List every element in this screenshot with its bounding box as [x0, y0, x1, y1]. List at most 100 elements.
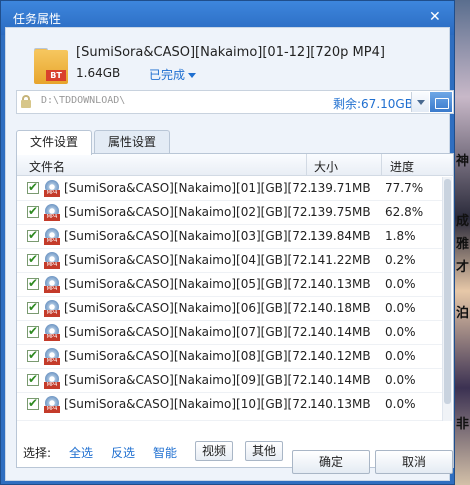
- task-status-label: 已完成: [149, 68, 186, 82]
- file-name: [SumiSora&CASO][Nakaimo][09][GB][72...: [64, 373, 314, 387]
- table-row[interactable]: MP4 [SumiSora&CASO][Nakaimo][04][GB][72.…: [17, 249, 442, 273]
- file-size: 139.84MB: [310, 229, 371, 243]
- file-checkbox[interactable]: [27, 300, 39, 314]
- column-header-progress[interactable]: 进度: [390, 158, 414, 175]
- background-window-strip: 神 成 雅 才 泊 非: [454, 0, 470, 485]
- file-name: [SumiSora&CASO][Nakaimo][02][GB][72...: [64, 205, 314, 219]
- background-char: 雅: [456, 237, 470, 252]
- path-dropdown-button[interactable]: [411, 92, 429, 112]
- smart-select-link[interactable]: 智能: [153, 444, 177, 461]
- dialog-client-area: BT [SumiSora&CASO][Nakaimo][01-12][720p …: [5, 27, 454, 481]
- browse-folder-button[interactable]: [430, 92, 452, 112]
- file-progress: 0.0%: [385, 397, 416, 411]
- background-char: 才: [456, 260, 470, 275]
- table-row[interactable]: MP4 [SumiSora&CASO][Nakaimo][08][GB][72.…: [17, 345, 442, 369]
- chevron-down-icon: [188, 73, 197, 78]
- file-progress: 0.0%: [385, 301, 416, 315]
- file-checkbox[interactable]: [27, 276, 39, 290]
- file-size: 140.14MB: [310, 373, 371, 387]
- mp4-file-icon: MP4: [44, 348, 60, 365]
- bt-folder-icon: BT: [34, 48, 68, 84]
- file-progress: 62.8%: [385, 205, 424, 219]
- mp4-file-icon: MP4: [44, 276, 60, 293]
- video-filter-button[interactable]: 视频: [195, 441, 233, 461]
- file-size: 140.14MB: [310, 325, 371, 339]
- table-row[interactable]: MP4 [SumiSora&CASO][Nakaimo][10][GB][72.…: [17, 393, 442, 421]
- task-properties-dialog: 任务属性 ✕ BT [SumiSora&CASO][Nakaimo][01-12…: [0, 0, 455, 485]
- save-path-value: D:\TDDOWNLOAD\: [41, 95, 126, 106]
- mp4-file-icon: MP4: [44, 228, 60, 245]
- file-size: 139.71MB: [310, 181, 371, 195]
- select-all-link[interactable]: 全选: [69, 444, 93, 461]
- table-row[interactable]: MP4 [SumiSora&CASO][Nakaimo][03][GB][72.…: [17, 225, 442, 249]
- mp4-file-icon: MP4: [44, 372, 60, 389]
- file-checkbox[interactable]: [27, 180, 39, 194]
- task-name: [SumiSora&CASO][Nakaimo][01-12][720p MP4…: [76, 45, 385, 60]
- invert-selection-link[interactable]: 反选: [111, 444, 135, 461]
- window-title: 任务属性: [13, 12, 62, 26]
- file-size: 140.12MB: [310, 349, 371, 363]
- background-char: 神: [456, 154, 470, 169]
- file-name: [SumiSora&CASO][Nakaimo][10][GB][72...: [64, 397, 314, 411]
- file-name: [SumiSora&CASO][Nakaimo][07][GB][72...: [64, 325, 314, 339]
- file-checkbox[interactable]: [27, 396, 39, 410]
- bt-badge: BT: [46, 70, 66, 81]
- table-row[interactable]: MP4 [SumiSora&CASO][Nakaimo][05][GB][72.…: [17, 273, 442, 297]
- close-icon[interactable]: ✕: [429, 9, 441, 25]
- mp4-file-icon: MP4: [44, 204, 60, 221]
- file-progress: 0.0%: [385, 325, 416, 339]
- file-checkbox[interactable]: [27, 252, 39, 266]
- table-header: 文件名 大小 进度: [17, 154, 453, 176]
- selection-label: 选择:: [23, 446, 52, 460]
- file-progress: 0.2%: [385, 253, 416, 267]
- file-progress: 1.8%: [385, 229, 416, 243]
- file-size: 139.75MB: [310, 205, 371, 219]
- background-char: 成: [456, 214, 470, 229]
- mp4-file-icon: MP4: [44, 324, 60, 341]
- file-name: [SumiSora&CASO][Nakaimo][05][GB][72...: [64, 277, 314, 291]
- file-progress: 77.7%: [385, 181, 424, 195]
- table-row[interactable]: MP4 [SumiSora&CASO][Nakaimo][06][GB][72.…: [17, 297, 442, 321]
- vertical-scrollbar[interactable]: [442, 177, 452, 421]
- file-progress: 0.0%: [385, 277, 416, 291]
- background-char: 非: [456, 417, 470, 432]
- task-status-dropdown[interactable]: 已完成: [149, 66, 197, 83]
- cancel-button[interactable]: 取消: [375, 450, 453, 474]
- file-checkbox[interactable]: [27, 372, 39, 386]
- column-header-size[interactable]: 大小: [314, 158, 338, 175]
- mp4-file-icon: MP4: [44, 180, 60, 197]
- mp4-file-icon: MP4: [44, 300, 60, 317]
- file-name: [SumiSora&CASO][Nakaimo][03][GB][72...: [64, 229, 314, 243]
- mp4-file-icon: MP4: [44, 252, 60, 269]
- file-size: 140.18MB: [310, 301, 371, 315]
- file-checkbox[interactable]: [27, 324, 39, 338]
- column-header-name[interactable]: 文件名: [29, 158, 65, 175]
- file-name: [SumiSora&CASO][Nakaimo][04][GB][72...: [64, 253, 314, 267]
- tab-property-settings[interactable]: 属性设置: [94, 130, 170, 154]
- remaining-space: 剩余:67.10GB: [333, 97, 413, 111]
- file-size: 140.13MB: [310, 277, 371, 291]
- ok-button[interactable]: 确定: [292, 450, 370, 474]
- file-progress: 0.0%: [385, 373, 416, 387]
- file-name: [SumiSora&CASO][Nakaimo][01][GB][72...: [64, 181, 314, 195]
- task-size: 1.64GB: [76, 66, 121, 80]
- mp4-file-icon: MP4: [44, 396, 60, 413]
- scrollbar-thumb[interactable]: [444, 179, 451, 404]
- table-row[interactable]: MP4 [SumiSora&CASO][Nakaimo][07][GB][72.…: [17, 321, 442, 345]
- table-row[interactable]: MP4 [SumiSora&CASO][Nakaimo][09][GB][72.…: [17, 369, 442, 393]
- file-size: 140.13MB: [310, 397, 371, 411]
- file-checkbox[interactable]: [27, 228, 39, 242]
- file-progress: 0.0%: [385, 349, 416, 363]
- lock-icon: [21, 95, 31, 108]
- save-path-field[interactable]: D:\TDDOWNLOAD\ 剩余:67.10GB: [16, 90, 454, 114]
- file-name: [SumiSora&CASO][Nakaimo][06][GB][72...: [64, 301, 314, 315]
- table-row[interactable]: MP4 [SumiSora&CASO][Nakaimo][02][GB][72.…: [17, 201, 442, 225]
- table-row[interactable]: MP4 [SumiSora&CASO][Nakaimo][01][GB][72.…: [17, 177, 442, 201]
- file-name: [SumiSora&CASO][Nakaimo][08][GB][72...: [64, 349, 314, 363]
- tab-file-settings[interactable]: 文件设置: [16, 130, 92, 155]
- file-checkbox[interactable]: [27, 348, 39, 362]
- file-size: 141.22MB: [310, 253, 371, 267]
- other-filter-button[interactable]: 其他: [245, 441, 283, 461]
- file-list-panel: 文件名 大小 进度 MP4 [SumiSora&CASO][Nakaimo][0…: [16, 153, 454, 468]
- file-checkbox[interactable]: [27, 204, 39, 218]
